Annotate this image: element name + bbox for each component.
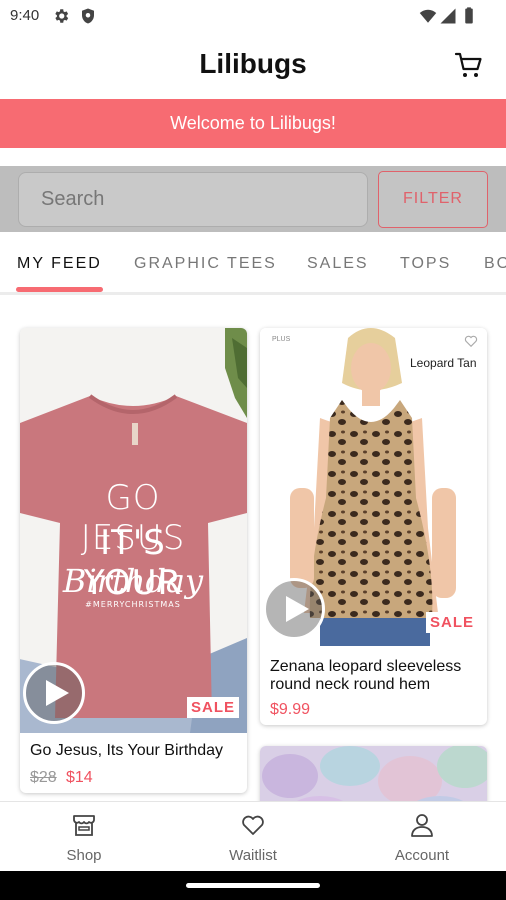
gesture-bar <box>0 871 506 900</box>
product-image[interactable] <box>260 746 487 801</box>
search-bar: Search FILTER <box>0 166 506 232</box>
active-tab-indicator <box>16 287 103 292</box>
sale-badge: SALE <box>187 697 240 718</box>
category-tabs: MY FEED GRAPHIC TEES SALES TOPS BO <box>0 233 506 295</box>
tab-sales[interactable]: SALES <box>307 255 369 273</box>
product-feed[interactable]: GO JESUS IT'S YOUR Birthday #MERRYCHRIST… <box>0 298 506 801</box>
shirt-text-line3: Birthday <box>62 562 204 600</box>
color-label: Leopard Tan <box>410 356 477 370</box>
shield-icon <box>82 8 94 24</box>
size-corner-mark: PLUS <box>272 336 291 343</box>
product-image[interactable]: GO JESUS IT'S YOUR Birthday #MERRYCHRIST… <box>20 328 247 733</box>
nav-waitlist-label: Waitlist <box>229 847 277 864</box>
welcome-banner: Welcome to Lilibugs! <box>0 99 506 148</box>
product-name: Zenana leopard sleeveless round neck rou… <box>270 658 462 693</box>
tab-tops[interactable]: TOPS <box>400 255 451 273</box>
sale-badge: SALE <box>426 612 479 633</box>
heart-icon <box>242 815 264 835</box>
tab-my-feed[interactable]: MY FEED <box>17 255 102 273</box>
nav-shop-label: Shop <box>66 847 102 864</box>
product-card-partial[interactable] <box>260 746 487 801</box>
play-video-button[interactable] <box>23 662 85 724</box>
status-time: 9:40 <box>10 7 40 24</box>
tab-graphic-tees[interactable]: GRAPHIC TEES <box>134 255 277 273</box>
app-title: Lilibugs <box>199 48 307 79</box>
tab-partial[interactable]: BO <box>484 255 506 273</box>
shirt-text-tag: #MERRYCHRISTMAS <box>85 600 181 609</box>
storefront-icon <box>73 815 95 836</box>
search-input[interactable]: Search <box>18 172 368 227</box>
nav-account[interactable]: Account <box>338 802 506 872</box>
tie-dye-illustration <box>260 746 487 801</box>
app-bar: Lilibugs <box>0 34 506 98</box>
nav-waitlist[interactable]: Waitlist <box>169 802 337 872</box>
play-icon <box>286 596 309 622</box>
product-name: Go Jesus, Its Your Birthday <box>30 742 223 759</box>
nav-shop[interactable]: Shop <box>0 802 168 872</box>
nav-account-label: Account <box>394 847 450 864</box>
status-bar: 9:40 <box>0 0 506 34</box>
shopping-cart-icon[interactable] <box>454 50 484 80</box>
battery-icon <box>465 7 473 24</box>
product-image[interactable]: PLUS Leopard Tan SALE <box>260 328 487 646</box>
home-gesture-handle[interactable] <box>186 883 320 888</box>
person-icon <box>411 814 433 837</box>
settings-gear-icon <box>55 9 69 23</box>
play-icon <box>46 680 69 706</box>
product-card-go-jesus[interactable]: GO JESUS IT'S YOUR Birthday #MERRYCHRIST… <box>20 328 247 793</box>
product-original-price: $28 <box>30 769 57 786</box>
bottom-navigation: Shop Waitlist Account <box>0 801 506 871</box>
product-card-zenana-leopard[interactable]: PLUS Leopard Tan SALE Zenana leopard sle… <box>260 328 487 725</box>
filter-button[interactable]: FILTER <box>378 171 488 228</box>
play-video-button[interactable] <box>263 578 325 640</box>
product-sale-price: $14 <box>66 769 93 786</box>
wifi-icon <box>419 9 437 23</box>
cell-signal-icon <box>440 8 456 24</box>
product-price: $9.99 <box>270 701 311 718</box>
heart-outline-icon[interactable] <box>464 334 478 348</box>
